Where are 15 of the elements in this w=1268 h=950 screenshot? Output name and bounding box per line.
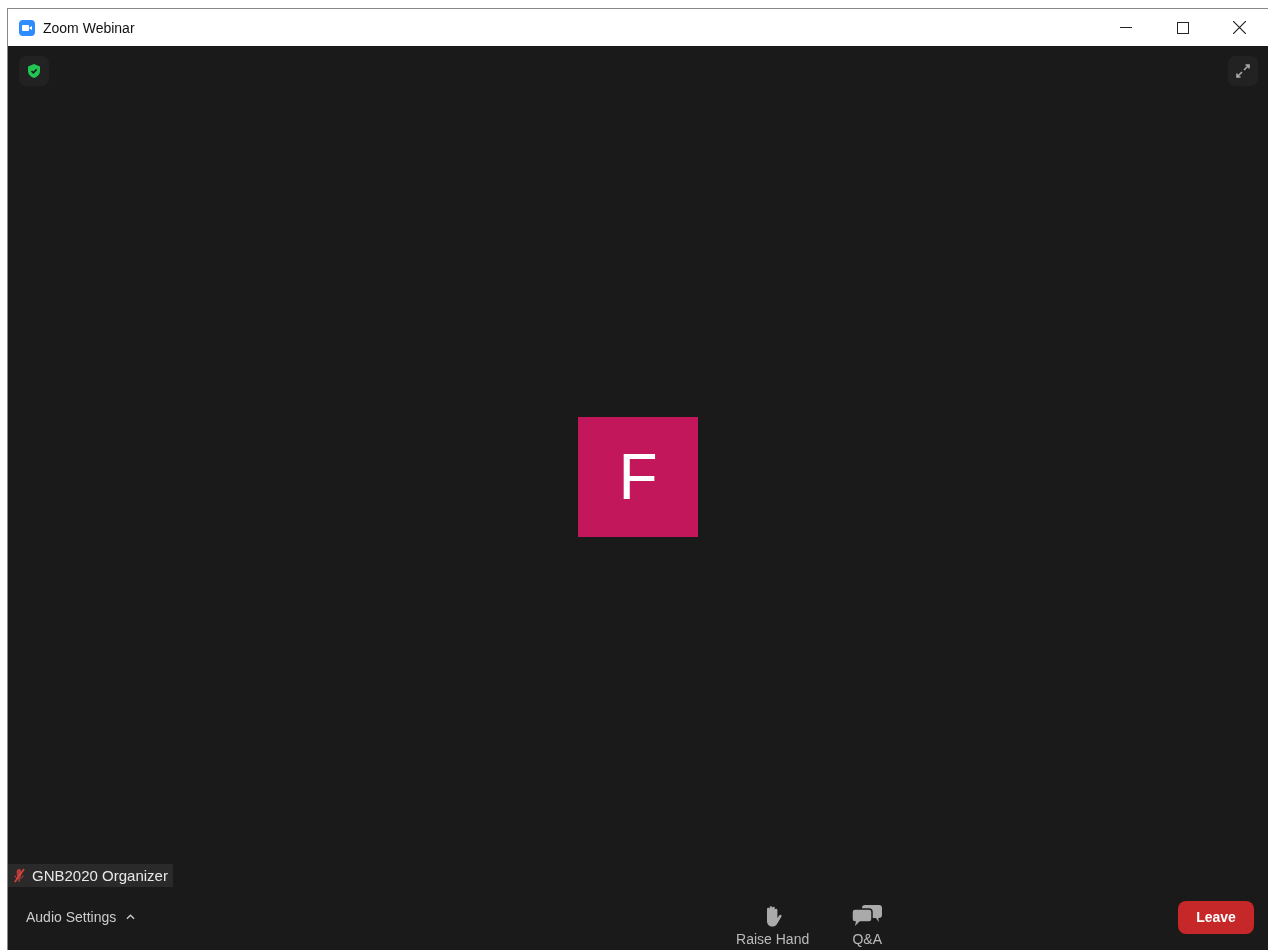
- fullscreen-icon[interactable]: [1228, 56, 1258, 86]
- avatar-tile: F: [578, 417, 698, 537]
- minimize-icon: [1119, 27, 1132, 28]
- maximize-icon: [1176, 21, 1189, 34]
- q-and-a-button[interactable]: Q&A: [845, 904, 890, 948]
- participant-name: GNB2020 Organizer: [32, 867, 168, 884]
- close-icon: [1233, 21, 1246, 34]
- chat-bubbles-icon: [851, 905, 884, 927]
- security-shield-icon[interactable]: [19, 56, 49, 86]
- leave-button[interactable]: Leave: [1178, 900, 1254, 934]
- raise-hand-button[interactable]: Raise Hand: [730, 904, 816, 948]
- caret-icon: [126, 914, 136, 920]
- app-icon: [19, 19, 35, 36]
- window-title: Zoom Webinar: [43, 19, 135, 36]
- audio-settings-button[interactable]: Audio Settings: [20, 908, 142, 926]
